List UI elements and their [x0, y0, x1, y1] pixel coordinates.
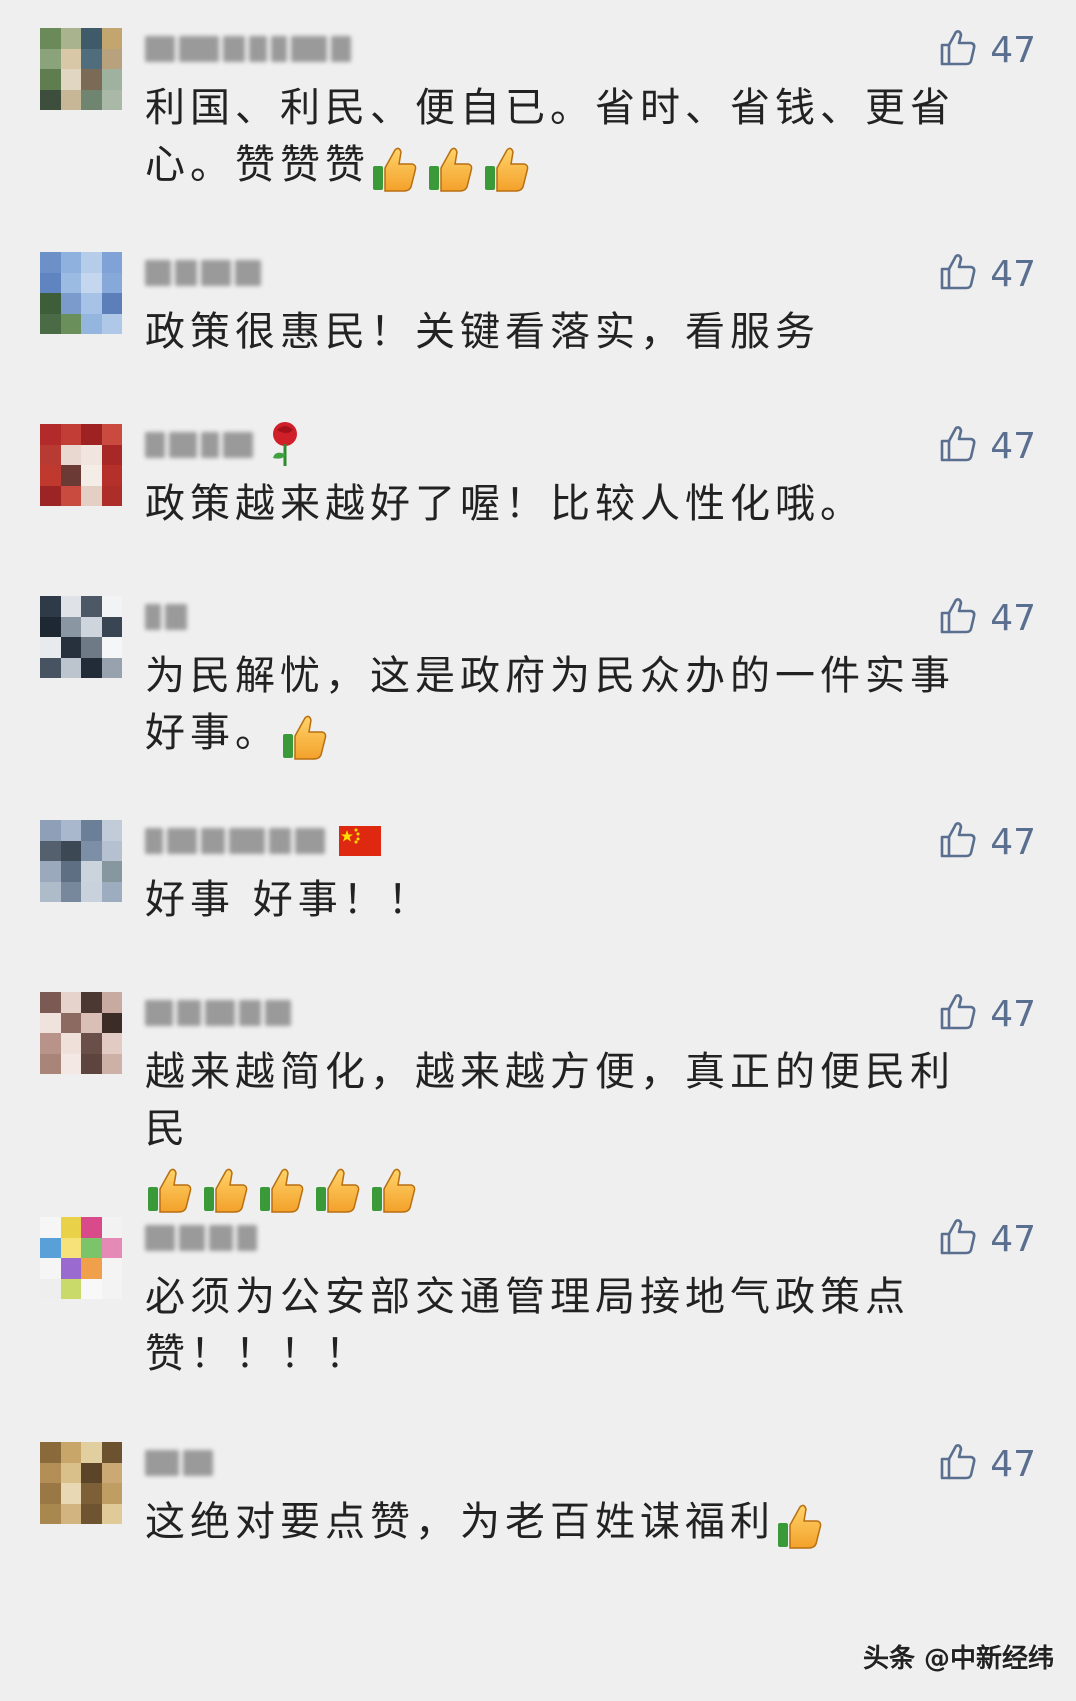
comment-body: 越来越简化，越来越方便，真正的便民利民 — [145, 1044, 985, 1217]
thumbs-up-emoji-group — [370, 139, 538, 196]
thumbs-up-emoji-group — [145, 1160, 425, 1217]
thumbs-up-emoji-group — [775, 1496, 831, 1553]
like-count: 47 — [990, 597, 1036, 639]
comment-text: 利国、利民、便自已。省时、省钱、更省心。赞赞赞 — [145, 85, 955, 188]
username-blurred[interactable] — [145, 252, 261, 294]
comment-body: 必须为公安部交通管理局接地气政策点赞！！！！ — [145, 1269, 985, 1383]
thumbs-up-emoji-icon — [369, 1165, 417, 1215]
thumbs-up-outline-icon — [938, 424, 978, 468]
comment-text: 政策越来越好了喔！比较人性化哦。 — [145, 481, 865, 527]
like-count: 47 — [990, 29, 1036, 71]
comment-text: 好事 好事！！ — [145, 877, 433, 923]
username-blurred[interactable] — [145, 28, 351, 70]
comment-body: 政策越来越好了喔！比较人性化哦。 — [145, 476, 985, 533]
avatar[interactable] — [40, 28, 122, 110]
thumbs-up-outline-icon — [938, 28, 978, 72]
like-button[interactable]: 47 — [938, 424, 1036, 468]
avatar[interactable] — [40, 424, 122, 506]
thumbs-up-emoji-icon — [426, 144, 474, 194]
avatar[interactable] — [40, 1442, 122, 1524]
like-button[interactable]: 47 — [938, 28, 1036, 72]
like-button[interactable]: 47 — [938, 1442, 1036, 1486]
avatar[interactable] — [40, 820, 122, 902]
thumbs-up-outline-icon — [938, 1442, 978, 1486]
like-count: 47 — [990, 1443, 1036, 1485]
comment-text: 越来越简化，越来越方便，真正的便民利民 — [145, 1049, 955, 1152]
comment-body: 这绝对要点赞，为老百姓谋福利 — [145, 1494, 985, 1553]
username-blurred[interactable] — [145, 1217, 257, 1259]
thumbs-up-emoji-icon — [257, 1165, 305, 1215]
username-blurred[interactable] — [145, 992, 291, 1034]
watermark: 头条 @中新经纬 — [862, 1644, 1054, 1674]
like-count: 47 — [990, 1218, 1036, 1260]
comment-text: 为民解忧，这是政府为民众办的一件实事好事。 — [145, 653, 955, 756]
thumbs-up-outline-icon — [938, 820, 978, 864]
thumbs-up-outline-icon — [938, 596, 978, 640]
thumbs-up-emoji-group — [280, 707, 336, 764]
avatar[interactable] — [40, 252, 122, 334]
china-flag-icon — [339, 826, 381, 860]
thumbs-up-outline-icon — [938, 992, 978, 1036]
like-button[interactable]: 47 — [938, 1217, 1036, 1261]
thumbs-up-emoji-icon — [370, 144, 418, 194]
thumbs-up-emoji-icon — [482, 144, 530, 194]
thumbs-up-emoji-icon — [201, 1165, 249, 1215]
comment-body: 好事 好事！！ — [145, 872, 985, 929]
like-count: 47 — [990, 253, 1036, 295]
avatar[interactable] — [40, 992, 122, 1074]
username-blurred[interactable] — [145, 596, 187, 638]
username-blurred[interactable] — [145, 424, 253, 466]
thumbs-up-outline-icon — [938, 252, 978, 296]
like-button[interactable]: 47 — [938, 820, 1036, 864]
rose-emoji-icon — [267, 420, 303, 472]
thumbs-up-outline-icon — [938, 1217, 978, 1261]
like-button[interactable]: 47 — [938, 992, 1036, 1036]
like-button[interactable]: 47 — [938, 252, 1036, 296]
comment-body: 政策很惠民！关键看落实，看服务 — [145, 304, 985, 361]
like-count: 47 — [990, 821, 1036, 863]
like-count: 47 — [990, 993, 1036, 1035]
avatar[interactable] — [40, 596, 122, 678]
like-count: 47 — [990, 425, 1036, 467]
username-blurred[interactable] — [145, 820, 325, 862]
comment-body: 为民解忧，这是政府为民众办的一件实事好事。 — [145, 648, 985, 764]
username-blurred[interactable] — [145, 1442, 213, 1484]
like-button[interactable]: 47 — [938, 596, 1036, 640]
thumbs-up-emoji-icon — [145, 1165, 193, 1215]
comment-text: 这绝对要点赞，为老百姓谋福利 — [145, 1499, 775, 1545]
comment-body: 利国、利民、便自已。省时、省钱、更省心。赞赞赞 — [145, 80, 985, 196]
thumbs-up-emoji-icon — [280, 712, 328, 762]
comment-text: 政策很惠民！关键看落实，看服务 — [145, 309, 820, 355]
avatar[interactable] — [40, 1217, 122, 1299]
thumbs-up-emoji-icon — [775, 1501, 823, 1551]
thumbs-up-emoji-icon — [313, 1165, 361, 1215]
comment-text: 必须为公安部交通管理局接地气政策点赞！！！！ — [145, 1274, 910, 1377]
